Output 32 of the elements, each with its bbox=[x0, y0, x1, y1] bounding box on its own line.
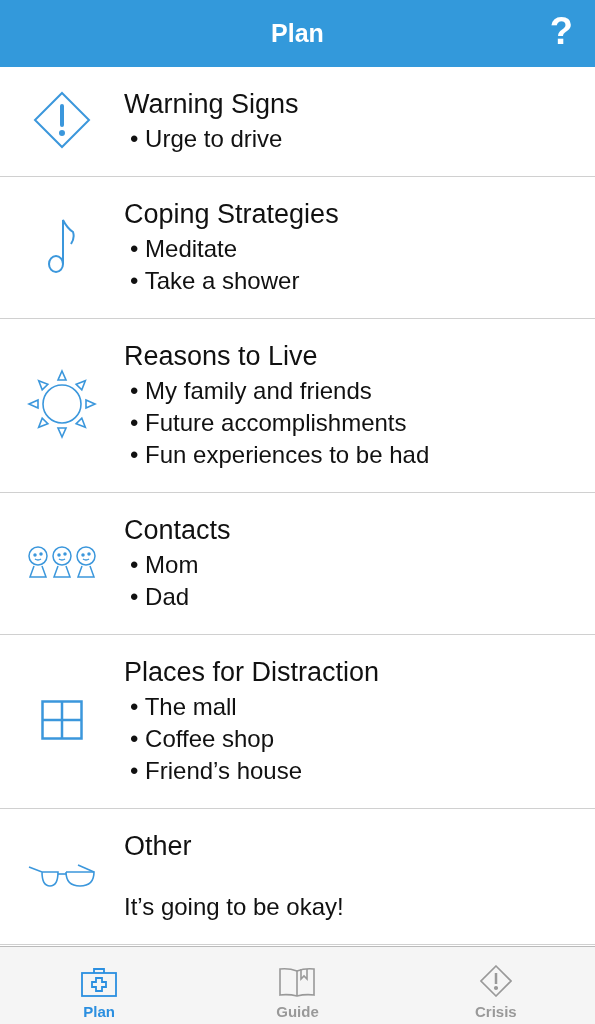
list-item: • The mall bbox=[129, 692, 238, 722]
warning-icon bbox=[479, 965, 512, 997]
list-item: • My family and friends bbox=[129, 376, 373, 406]
list-item: • Fun experiences to be had bbox=[129, 440, 431, 470]
section-title: Places for Distraction bbox=[124, 656, 381, 689]
window-icon bbox=[41, 700, 83, 740]
section-title: Warning Signs bbox=[124, 88, 300, 121]
warning-icon bbox=[33, 91, 91, 149]
glasses-icon bbox=[28, 862, 96, 888]
medical-kit-icon bbox=[81, 967, 118, 997]
section-title: Contacts bbox=[124, 514, 232, 547]
list-item: • Coffee shop bbox=[129, 724, 276, 754]
book-icon bbox=[279, 967, 316, 997]
tab[interactable]: Guide bbox=[198, 947, 397, 1024]
list-item: • Future accomplishments bbox=[129, 408, 408, 438]
note-text: It’s going to be okay! bbox=[124, 892, 345, 922]
list-item: • Urge to drive bbox=[129, 124, 284, 154]
tab[interactable]: Plan bbox=[0, 947, 199, 1024]
tab[interactable]: Crisis bbox=[396, 947, 595, 1024]
music-note-icon bbox=[47, 218, 77, 274]
list-item: • Meditate bbox=[129, 234, 239, 264]
list-item: • Friend’s house bbox=[129, 756, 304, 786]
list-item: • Dad bbox=[129, 582, 191, 612]
list-item: • Mom bbox=[129, 550, 200, 580]
section-title: Coping Strategies bbox=[124, 198, 340, 231]
section-title: Reasons to Live bbox=[124, 340, 319, 373]
sun-icon bbox=[27, 369, 97, 439]
screen-title: Plan bbox=[271, 19, 324, 48]
people-icon bbox=[27, 546, 97, 578]
list-item: • Take a shower bbox=[129, 266, 301, 296]
section-title: Other bbox=[124, 830, 193, 863]
help-button[interactable]: ? bbox=[549, 10, 573, 53]
